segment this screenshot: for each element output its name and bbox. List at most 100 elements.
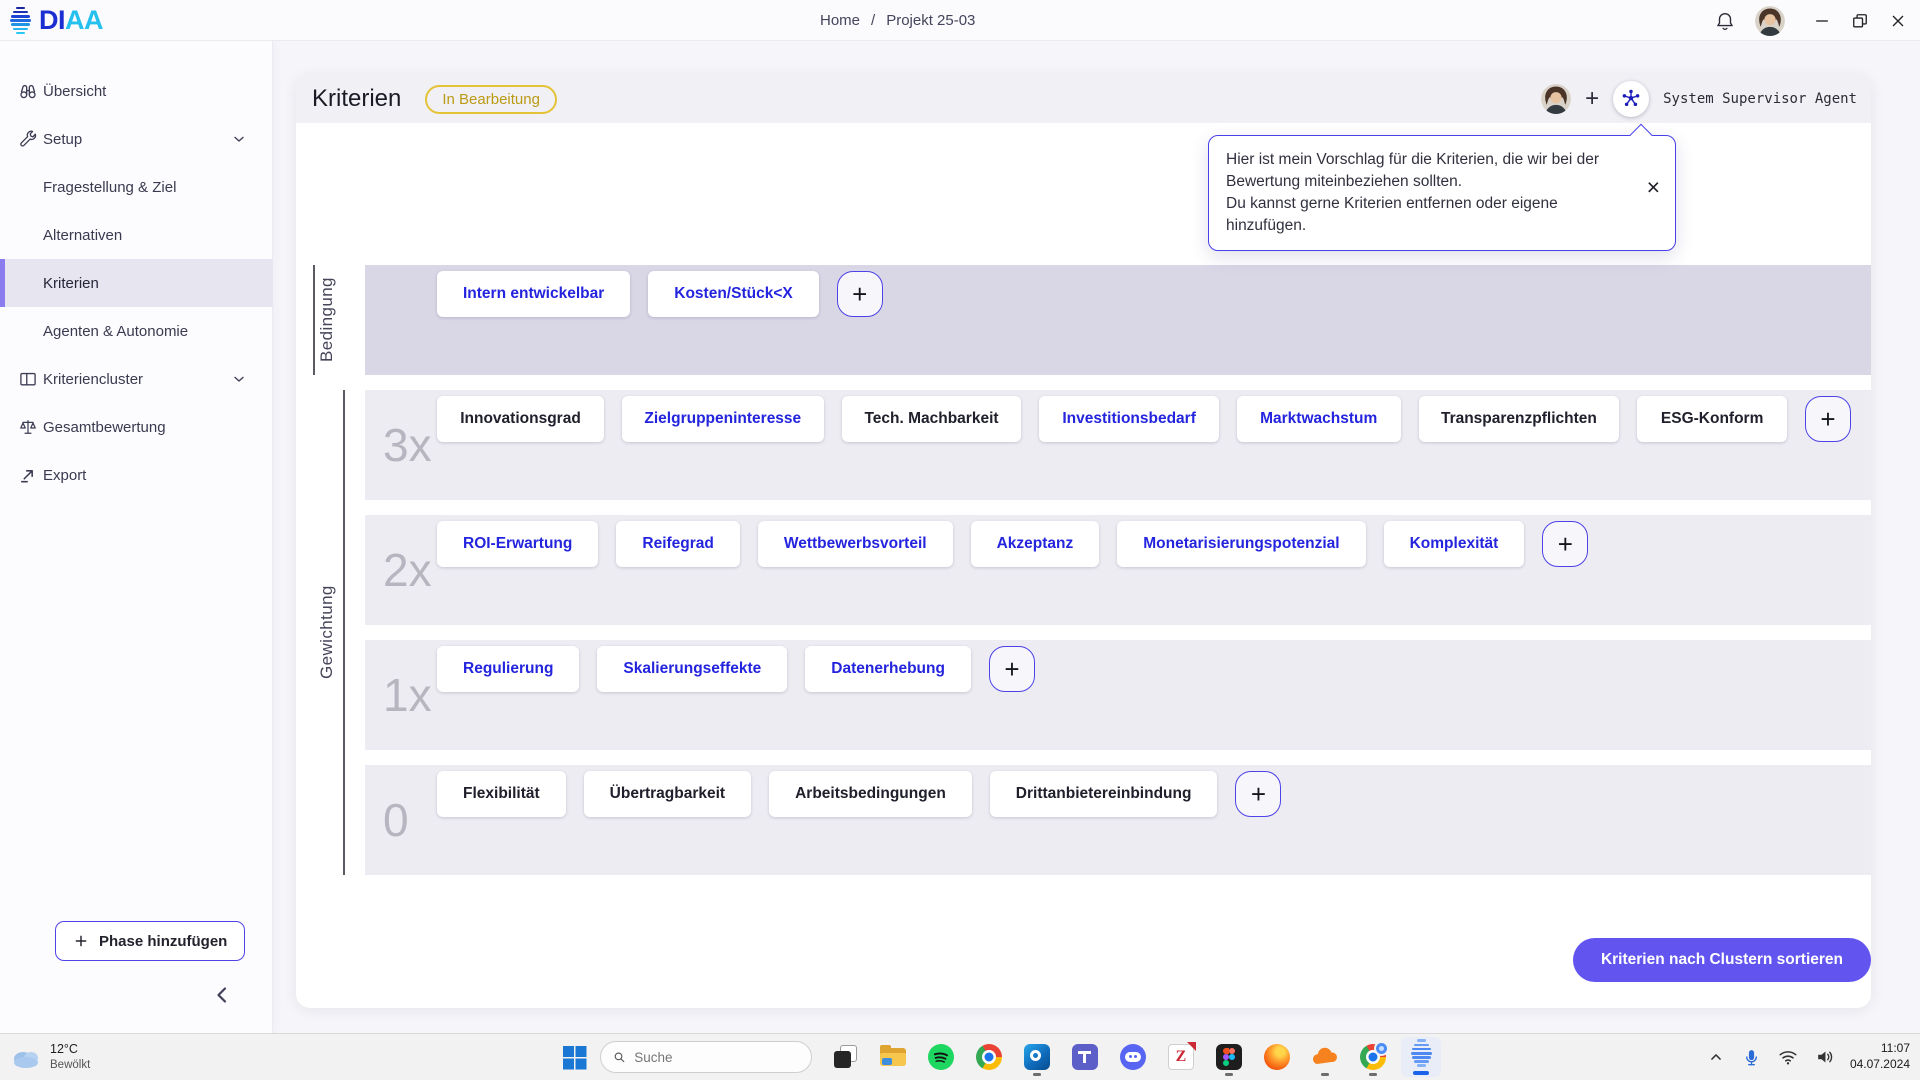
sidebar-item-alternativen[interactable]: Alternativen — [0, 211, 273, 259]
add-criterion-button[interactable]: + — [1805, 396, 1851, 442]
search-input[interactable] — [634, 1050, 799, 1065]
topbar: DIAA Home / Projekt 25-03 — [0, 0, 1920, 41]
weight-row-3x: 3xInnovationsgrad Zielgruppeninteresse Tec… — [365, 390, 1871, 500]
sidebar-item-label: Fragestellung & Ziel — [43, 179, 176, 196]
criterion-chip[interactable]: Skalierungseffekte — [597, 646, 787, 692]
condition-row: Intern entwickelbar Kosten/Stück<X + — [365, 265, 1871, 375]
criterion-chip[interactable]: ROI-Erwartung — [437, 521, 598, 567]
taskbar-app-cloudflare[interactable] — [1305, 1037, 1345, 1077]
add-phase-label: Phase hinzufügen — [99, 933, 227, 950]
sidebar-nav: Übersicht Setup Fragestellung & Ziel Altern… — [0, 67, 273, 499]
weighting-side-label: Gewichtung — [316, 390, 338, 875]
add-criterion-button[interactable]: + — [1542, 521, 1588, 567]
condition-side-label: Bedingung — [316, 265, 338, 375]
criterion-chip[interactable]: Monetarisierungspotenzial — [1117, 521, 1365, 567]
taskbar-app-figma[interactable] — [1209, 1037, 1249, 1077]
taskbar-search[interactable] — [600, 1041, 812, 1073]
sidebar-collapse-button[interactable] — [209, 983, 235, 1009]
criterion-chip[interactable]: Akzeptanz — [971, 521, 1100, 567]
sidebar-item-kriterien[interactable]: Kriterien — [0, 259, 273, 307]
tray-wifi-icon[interactable] — [1776, 1045, 1800, 1069]
criterion-chip[interactable]: Regulierung — [437, 646, 579, 692]
breadcrumb-separator: / — [871, 12, 875, 29]
criterion-chip[interactable]: Wettbewerbsvorteil — [758, 521, 953, 567]
diaa-logo-icon — [10, 7, 31, 35]
taskbar-app-zotero[interactable]: Z — [1161, 1037, 1201, 1077]
breadcrumb-current: Projekt 25-03 — [886, 12, 975, 29]
criterion-chip[interactable]: Kosten/Stück<X — [648, 271, 818, 317]
panel-header: Kriterien In Bearbeitung + System Superv… — [296, 75, 1871, 123]
criterion-chip[interactable]: Tech. Machbarkeit — [842, 396, 1022, 442]
supervisor-agent-icon[interactable] — [1613, 81, 1649, 117]
sidebar: Übersicht Setup Fragestellung & Ziel Altern… — [0, 41, 273, 1033]
criterion-chip[interactable]: ESG-Konform — [1637, 396, 1787, 442]
add-phase-button[interactable]: Phase hinzufügen — [55, 921, 245, 961]
taskbar-weather-widget[interactable]: 12°C Bewölkt — [10, 1034, 90, 1080]
system-tray: 11:07 04.07.2024 — [1705, 1034, 1910, 1080]
weight-row-0: 0FlexibilitätÜbertragbarkeitArbeitsbedin… — [365, 765, 1871, 875]
window-minimize-button[interactable] — [1810, 9, 1834, 33]
sidebar-item-kriteriencluster[interactable]: Kriteriencluster — [0, 355, 273, 403]
tray-volume-icon[interactable] — [1813, 1045, 1837, 1069]
add-criterion-button[interactable]: + — [989, 646, 1035, 692]
criterion-chip[interactable]: Innovationsgrad — [437, 396, 604, 442]
taskbar-app-chrome[interactable] — [969, 1037, 1009, 1077]
sidebar-item-label: Gesamtbewertung — [43, 419, 166, 436]
criterion-chip[interactable]: Investitionsbedarf — [1039, 396, 1218, 442]
agent-cluster: + System Supervisor Agent — [1541, 81, 1857, 117]
criterion-chip[interactable]: Intern entwickelbar — [437, 271, 630, 317]
sidebar-item-agenten-autonomie[interactable]: Agenten & Autonomie — [0, 307, 273, 355]
taskbar-app-file-explorer[interactable] — [873, 1037, 913, 1077]
sidebar-item-label: Übersicht — [43, 83, 106, 100]
chevron-left-icon — [210, 983, 234, 1007]
criterion-chip[interactable]: Komplexität — [1384, 521, 1525, 567]
criterion-chip[interactable]: Flexibilität — [437, 771, 566, 817]
criterion-chip[interactable]: Reifegrad — [616, 521, 740, 567]
condition-bracket-line — [313, 265, 315, 375]
taskbar-app-spotify[interactable] — [921, 1037, 961, 1077]
add-agent-button[interactable]: + — [1585, 87, 1599, 111]
notifications-bell-icon[interactable] — [1712, 8, 1738, 34]
criterion-chip[interactable]: Marktwachstum — [1237, 396, 1401, 442]
arrow-up-right-icon — [18, 465, 38, 485]
criterion-chip[interactable]: Übertragbarkeit — [584, 771, 751, 817]
weight-label: 3x — [383, 422, 432, 468]
taskbar-app-teams[interactable] — [1065, 1037, 1105, 1077]
tray-chevron-up-icon[interactable] — [1705, 1046, 1727, 1068]
criterion-chip[interactable]: Datenerhebung — [805, 646, 971, 692]
clock-date: 04.07.2024 — [1850, 1057, 1910, 1073]
user-avatar[interactable] — [1755, 6, 1785, 36]
cloud-icon — [10, 1045, 42, 1069]
taskbar-app-discord[interactable] — [1113, 1037, 1153, 1077]
taskbar-app-outlook[interactable] — [1017, 1037, 1057, 1077]
wrench-icon — [18, 129, 38, 149]
taskbar: 12°C Bewölkt Z 11:07 04.07.2024 — [0, 1033, 1920, 1080]
taskbar-app-task-view[interactable] — [825, 1037, 865, 1077]
sidebar-item-fragestellung-ziel[interactable]: Fragestellung & Ziel — [0, 163, 273, 211]
taskbar-clock[interactable]: 11:07 04.07.2024 — [1850, 1041, 1910, 1072]
window-close-button[interactable] — [1886, 9, 1910, 33]
sidebar-item-gesamtbewertung[interactable]: Gesamtbewertung — [0, 403, 273, 451]
add-criterion-button[interactable]: + — [1235, 771, 1281, 817]
assignee-avatar[interactable] — [1541, 84, 1571, 114]
sidebar-item-setup[interactable]: Setup — [0, 115, 273, 163]
criterion-chip[interactable]: Transparenzpflichten — [1419, 396, 1620, 442]
windows-start-button[interactable] — [562, 1045, 587, 1070]
taskbar-app-diaa[interactable] — [1401, 1037, 1441, 1077]
sidebar-item-export[interactable]: Export — [0, 451, 273, 499]
taskbar-app-chrome-profile[interactable] — [1353, 1037, 1393, 1077]
tooltip-text-line1: Hier ist mein Vorschlag für die Kriterie… — [1226, 149, 1621, 193]
taskbar-app-firefox[interactable] — [1257, 1037, 1297, 1077]
sidebar-item-uebersicht[interactable]: Übersicht — [0, 67, 273, 115]
criterion-chip[interactable]: Zielgruppeninteresse — [622, 396, 824, 442]
criterion-chip[interactable]: Arbeitsbedingungen — [769, 771, 972, 817]
tooltip-close-icon[interactable]: × — [1647, 176, 1660, 199]
criterion-chip[interactable]: Drittanbietereinbindung — [990, 771, 1218, 817]
assistant-tooltip: Hier ist mein Vorschlag für die Kriterie… — [1208, 135, 1676, 251]
breadcrumb-home[interactable]: Home — [820, 12, 860, 29]
sort-by-cluster-button[interactable]: Kriterien nach Clustern sortieren — [1573, 938, 1871, 982]
tray-microphone-icon[interactable] — [1740, 1046, 1763, 1069]
weather-temp: 12°C — [50, 1042, 90, 1058]
window-restore-button[interactable] — [1848, 9, 1872, 33]
add-criterion-button[interactable]: + — [837, 271, 883, 317]
